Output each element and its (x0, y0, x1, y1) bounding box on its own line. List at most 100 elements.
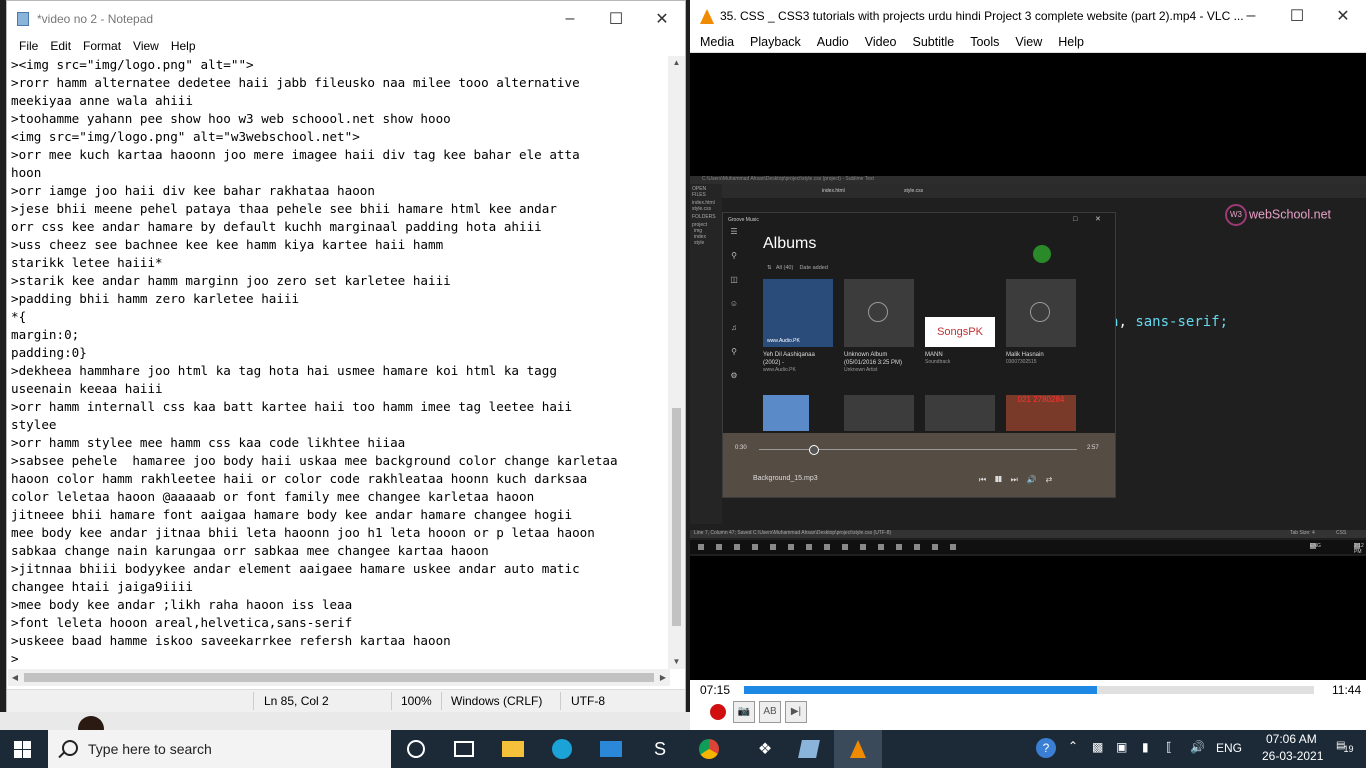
vlc-window: 35. CSS _ CSS3 tutorials with projects u… (690, 0, 1366, 730)
groove-heading: Albums (763, 235, 817, 252)
vlc-seekbar-row: 07:15 11:44 (690, 680, 1366, 700)
video-editor-titlebar: C:\Users\Muhammad Ahsan\Desktop\project\… (690, 176, 1366, 184)
text-line: hoon (11, 165, 42, 180)
close-button[interactable]: ✕ (639, 1, 685, 37)
menu-format[interactable]: Format (77, 37, 127, 55)
cursor-position: Ln 85, Col 2 (264, 694, 329, 708)
menu-file[interactable]: File (13, 37, 44, 55)
text-line: >orr hamm stylee mee hamm css kaa code l… (11, 435, 406, 450)
text-line: jitneee bhii hamare font aaigaa hamare b… (11, 507, 573, 522)
w3webschool-logo: W3 webSchool.net (1225, 204, 1331, 226)
chrome-icon[interactable] (685, 730, 733, 768)
sublime-icon[interactable]: S (636, 730, 684, 768)
menu-help[interactable]: Help (165, 37, 202, 55)
text-line: >rorr hamm alternatee dedetee haii jabb … (11, 75, 580, 90)
menu-view[interactable]: View (127, 37, 165, 55)
text-line: ><img src="img/logo.png" alt=""> (11, 57, 254, 72)
menu-view[interactable]: View (1007, 32, 1050, 52)
search-placeholder: Type here to search (88, 741, 212, 757)
groove-titlebar: Groove Music □ ✕ (728, 216, 1101, 223)
text-line: >starik kee andar hamm marginn joo zero … (11, 273, 451, 288)
task-view-icon[interactable] (440, 730, 488, 768)
notepad-icon[interactable] (785, 730, 833, 768)
video-editor-tabs: index.html style.css (722, 184, 1366, 198)
notifications-icon[interactable]: ▤19 (1336, 740, 1355, 754)
text-line: >jitnnaa bhiii bodyykee andar element aa… (11, 561, 580, 576)
menu-audio[interactable]: Audio (809, 32, 857, 52)
text-line: color leletaa haoon @aaaaab or font fami… (11, 489, 535, 504)
total-time: 11:44 (1332, 683, 1362, 697)
dropbox-icon[interactable]: ❖ (741, 730, 789, 768)
vlc-icon[interactable] (834, 730, 882, 768)
frame-step-button[interactable]: ▶| (785, 701, 807, 723)
edge-icon[interactable] (538, 730, 586, 768)
notepad-text-area[interactable]: ><img src="img/logo.png" alt=""> >rorr ha… (8, 56, 673, 669)
horizontal-scroll-thumb[interactable] (24, 673, 654, 682)
maximize-button[interactable]: ☐ (1274, 0, 1320, 32)
menu-edit[interactable]: Edit (44, 37, 77, 55)
groove-nav-rail: ☰ ⚲ ◫ ☺ ♫ ⚲ ⚙ (729, 227, 739, 380)
notepad-titlebar[interactable]: *video no 2 - Notepad – ☐ ✕ (7, 1, 685, 37)
menu-tools[interactable]: Tools (962, 32, 1007, 52)
cursor-highlight (1033, 245, 1051, 263)
text-line: mee body kee andar jitnaa bhii leta haoo… (11, 525, 595, 540)
menu-playback[interactable]: Playback (742, 32, 809, 52)
notepad-window: *video no 2 - Notepad – ☐ ✕ File Edit Fo… (6, 0, 686, 712)
text-line: sabkaa change nain karungaa orr sabkaa m… (11, 543, 489, 558)
album-tile (844, 395, 914, 431)
text-line: >sabsee pehele hamaree joo body haii usk… (11, 453, 618, 468)
close-button[interactable]: ✕ (1320, 0, 1366, 32)
vlc-controls: 📷 AB ▶| (690, 700, 1366, 730)
volume-icon[interactable]: 🔊 (1190, 740, 1205, 754)
video-editor-statusbar: Line 7, Column 47; Saved C:\Users\Muhamm… (690, 530, 1366, 538)
maximize-button[interactable]: ☐ (593, 1, 639, 37)
menu-media[interactable]: Media (692, 32, 742, 52)
cortana-icon[interactable] (392, 730, 440, 768)
scroll-right-arrow-icon[interactable]: ▶ (656, 669, 670, 686)
notepad-app-icon (17, 12, 29, 26)
text-line: >padding bhii hamm zero karletee haiii (11, 291, 300, 306)
scroll-up-arrow-icon[interactable]: ▲ (668, 56, 685, 70)
mail-icon[interactable] (587, 730, 635, 768)
text-line: >font leleta hooon areal,helvetica,sans-… (11, 615, 353, 630)
scroll-left-arrow-icon[interactable]: ◀ (8, 669, 22, 686)
help-icon[interactable]: ? (1036, 738, 1056, 758)
vertical-scroll-thumb[interactable] (672, 408, 681, 626)
taskbar-search-box[interactable]: Type here to search (48, 730, 391, 768)
vlc-titlebar[interactable]: 35. CSS _ CSS3 tutorials with projects u… (690, 0, 1366, 32)
clock-time[interactable]: 07:06 AM (1266, 732, 1317, 746)
loop-ab-button[interactable]: AB (759, 701, 781, 723)
horizontal-scrollbar[interactable]: ◀ ▶ (8, 669, 670, 686)
clock-date[interactable]: 26-03-2021 (1262, 749, 1323, 763)
file-explorer-icon[interactable] (489, 730, 537, 768)
display-icon[interactable]: ▣ (1116, 740, 1127, 754)
groove-music-window: Groove Music □ ✕ ☰ ⚲ ◫ ☺ ♫ ⚲ ⚙ Albums ⇅ All (4… (722, 212, 1116, 498)
vertical-scrollbar[interactable]: ▲ ▼ (668, 56, 685, 669)
battery-icon[interactable]: ▮ (1142, 740, 1149, 754)
video-area[interactable]: C:\Users\Muhammad Ahsan\Desktop\project\… (690, 54, 1366, 680)
video-editor-code: a, sans-serif; (1110, 314, 1229, 330)
chevron-up-icon[interactable]: ⌃ (1068, 739, 1078, 753)
minimize-button[interactable]: – (1228, 0, 1274, 32)
text-line: haoon color hamm rakhleetee haii or colo… (11, 471, 588, 486)
record-button[interactable] (707, 701, 729, 723)
system-tray: ? ⌃ ▩ ▣ ▮ ⟦ 🔊 ENG 07:06 AM 26-03-2021 ▤1… (1026, 730, 1366, 768)
text-line: >mee body kee andar ;likh raha haoon iss… (11, 597, 353, 612)
text-line: > (11, 651, 19, 666)
menu-subtitle[interactable]: Subtitle (905, 32, 963, 52)
text-line: orr css kee andar hamare by default kuch… (11, 219, 542, 234)
album-tile: Malik Hasnain 03007302515 (1006, 279, 1076, 366)
wifi-icon[interactable]: ⟦ (1166, 740, 1172, 754)
seek-slider[interactable] (744, 686, 1314, 694)
meet-icon[interactable]: ▩ (1092, 740, 1103, 754)
start-button[interactable] (14, 741, 31, 758)
scroll-down-arrow-icon[interactable]: ▼ (668, 655, 685, 669)
notepad-title: *video no 2 - Notepad (37, 12, 154, 26)
menu-video[interactable]: Video (857, 32, 905, 52)
album-tile (925, 395, 995, 431)
snapshot-button[interactable]: 📷 (733, 701, 755, 723)
menu-help[interactable]: Help (1050, 32, 1092, 52)
minimize-button[interactable]: – (547, 1, 593, 37)
line-ending: Windows (CRLF) (451, 694, 543, 708)
language-indicator[interactable]: ENG (1216, 741, 1242, 755)
